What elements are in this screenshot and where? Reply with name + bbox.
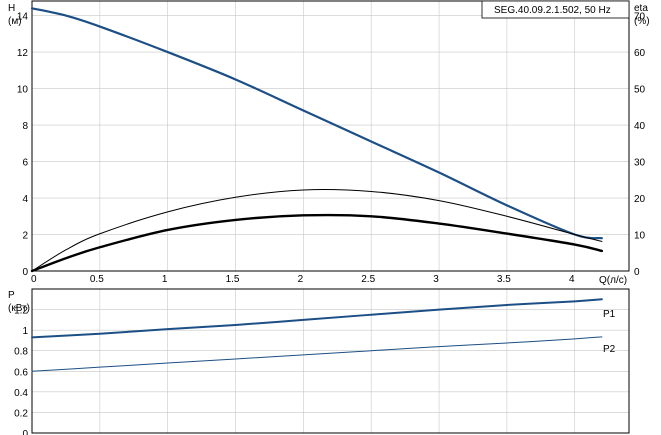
power-title-line1: P (8, 290, 15, 301)
y-left-tick-label: 6 (22, 158, 28, 169)
power-tick-label: 0 (22, 429, 28, 435)
x-axis-ticks: 0 0.5 1 1.5 2 2.5 3 3.5 4 (31, 274, 575, 285)
series-label-p1: P1 (603, 309, 616, 320)
efficiency-curve (31, 189, 603, 272)
power-axis-ticks: 00.20.40.60.811.2 (14, 306, 28, 435)
x-tick-label: 4 (569, 274, 575, 285)
y-axis-right-ticks: 010203040506070 (634, 12, 646, 278)
x-tick-label: 2 (298, 274, 304, 285)
head-efficiency-panel: SEG.40.09.2.1.502, 50 Hz 0 0.5 1 1.5 2 2.5 3 3.… (8, 0, 650, 286)
y-right-title-line1: eta (634, 3, 648, 14)
x-tick-label: 1 (162, 274, 168, 285)
pump-performance-chart: SEG.40.09.2.1.502, 50 Hz 0 0.5 1 1.5 2 2.5 3 3.… (8, 0, 650, 435)
top-series (30, 7, 604, 273)
y-left-title-line1: H (8, 3, 15, 14)
x-axis-title: Q(л/с) (599, 275, 627, 286)
y-left-tick-label: 0 (22, 267, 28, 278)
power-tick-label: 0.6 (14, 367, 28, 378)
x-tick-label: 2.5 (361, 274, 375, 285)
p2-curve (31, 336, 603, 372)
power-title-line2: (кВт) (8, 303, 30, 314)
x-tick-label: 1.5 (226, 274, 240, 285)
y-axis-left-ticks: 02468101214 (17, 12, 29, 278)
y-left-title-line2: (м) (8, 16, 22, 27)
legend-box: SEG.40.09.2.1.502, 50 Hz (481, 0, 630, 19)
x-tick-label: 3.5 (497, 274, 511, 285)
y-right-tick-label: 50 (634, 85, 646, 96)
y-right-tick-label: 0 (634, 267, 640, 278)
y-left-tick-label: 4 (22, 194, 28, 205)
y-left-tick-label: 12 (17, 48, 29, 59)
power-tick-label: 1 (22, 326, 28, 337)
x-tick-label: 0 (31, 274, 37, 285)
y-right-tick-label: 10 (634, 231, 646, 242)
y-right-tick-label: 60 (634, 48, 646, 59)
power-tick-label: 0.8 (14, 347, 28, 358)
power-tick-label: 0.2 (14, 408, 28, 419)
series-label-p2: P2 (603, 344, 616, 355)
x-tick-label: 3 (433, 274, 439, 285)
y-right-tick-label: 40 (634, 121, 646, 132)
top-plot-frame (31, 0, 630, 272)
y-left-tick-label: 10 (17, 85, 29, 96)
p1-curve (31, 298, 603, 339)
bottom-series (31, 298, 603, 372)
y-left-tick-label: 2 (22, 231, 28, 242)
power-panel: 00.20.40.60.811.2 P (кВт) P1 P2 (8, 288, 630, 435)
head-curve (30, 7, 603, 240)
y-left-tick-label: 8 (22, 121, 28, 132)
bottom-grid (32, 289, 629, 433)
efficiency-2-curve (30, 213, 604, 273)
x-tick-label: 0.5 (90, 274, 104, 285)
y-right-title-line2: (%) (634, 16, 650, 27)
y-right-tick-label: 30 (634, 158, 646, 169)
top-grid (32, 1, 629, 271)
power-tick-label: 0.4 (14, 388, 28, 399)
y-right-tick-label: 20 (634, 194, 646, 205)
bottom-plot-frame (31, 288, 630, 434)
legend-label: SEG.40.09.2.1.502, 50 Hz (494, 5, 611, 16)
